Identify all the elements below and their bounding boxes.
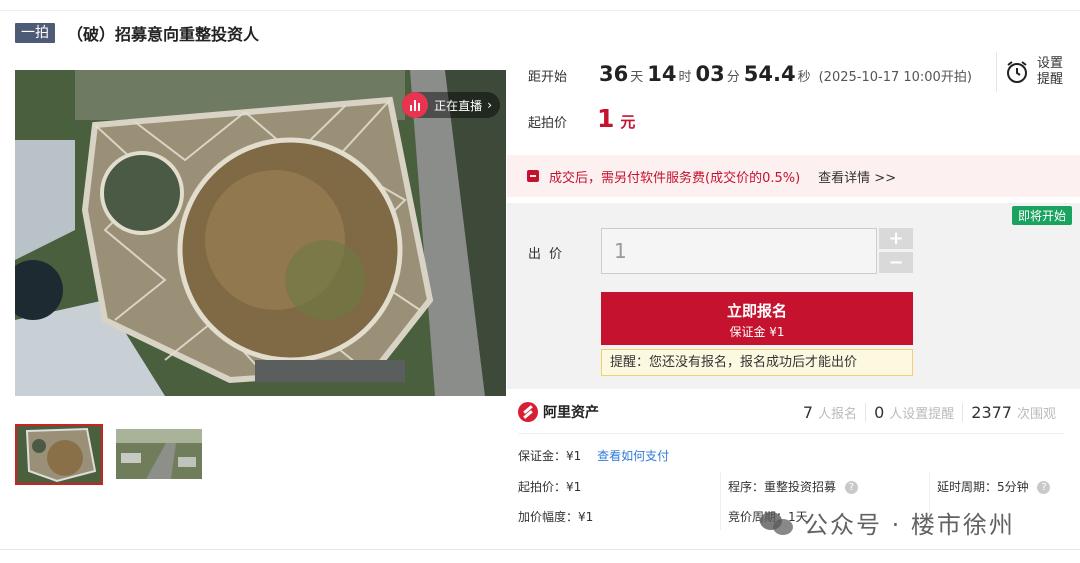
deposit-label: 保证金 ¥1 (729, 325, 785, 339)
gift-icon (527, 170, 539, 182)
how-to-pay-link[interactable]: 查看如何支付 (597, 449, 669, 463)
alarm-clock-icon (1007, 61, 1027, 83)
start-datetime: (2025-10-17 10:00开拍) (818, 70, 972, 85)
wechat-watermark: 公众号 · 楼市徐州 (760, 505, 1015, 540)
countdown-days: 36 (599, 62, 629, 86)
stat-value: 7 (802, 402, 814, 422)
start-price-info: 起拍价：¥1 (518, 480, 582, 494)
service-fee-notice: 成交后，需另付软件服务费(成交价的0.5%) 查看详情 >> (507, 155, 1080, 197)
status-badge: 即将开始 (1011, 206, 1072, 225)
start-price-value: 1 (597, 104, 615, 133)
countdown-minutes: 03 (695, 62, 725, 86)
bid-amount-input[interactable]: 1 (601, 228, 877, 274)
thumbnail-aerial-image (17, 426, 101, 483)
column-divider (720, 472, 721, 530)
register-button[interactable]: 立即报名 保证金 ¥1 (601, 292, 913, 345)
start-price-label: 起拍价 (528, 116, 568, 131)
delay-info: 延时周期：5分钟 ? (937, 478, 1051, 495)
set-reminder-button[interactable]: 设置提醒 (996, 52, 1065, 92)
view-details-link[interactable]: 查看详情 >> (818, 167, 896, 186)
increase-button[interactable]: + (879, 228, 913, 249)
title-row: 一拍 （破）招募意向重整投资人 (15, 22, 259, 44)
register-tip: 提醒：您还没有报名，报名成功后才能出价 (601, 349, 913, 376)
watermark-text: 公众号 · 楼市徐州 (804, 511, 1015, 539)
wechat-icon (760, 509, 794, 537)
start-price: 起拍价 1 元 (528, 104, 635, 133)
aerial-site-image (15, 70, 506, 396)
bid-stepper: + − (879, 228, 913, 276)
page-title: （破）招募意向重整投资人 (67, 25, 260, 44)
stat-registrations: 7 人报名 (795, 403, 865, 422)
days-unit: 天 (630, 70, 644, 85)
stat-label: 人报名 (818, 406, 858, 422)
stat-views: 2377 次围观 (962, 402, 1064, 422)
live-badge[interactable]: 正在直播 › (402, 92, 500, 118)
main-photo[interactable]: 正在直播 › (15, 70, 506, 396)
procedure-text: 程序：重整投资招募 (728, 480, 837, 494)
auction-type-tag: 一拍 (15, 23, 55, 43)
thumbnail-2[interactable] (116, 429, 202, 479)
procedure-info: 程序：重整投资招募 ? (728, 478, 858, 495)
stat-value: 0 (874, 402, 885, 422)
stat-reminders: 0 人设置提醒 (865, 402, 962, 422)
register-label: 立即报名 (726, 302, 787, 320)
countdown-seconds: 54.4 (743, 62, 796, 86)
platform-name: 阿里资产 (543, 405, 599, 421)
chevron-right-icon: › (487, 98, 492, 112)
help-icon[interactable]: ? (1037, 481, 1051, 494)
service-fee-text: 成交后，需另付软件服务费(成交价的0.5%) (549, 170, 801, 186)
minutes-unit: 分 (726, 70, 740, 85)
countdown-label: 距开始 (528, 70, 568, 85)
seconds-unit: 秒 (797, 70, 811, 85)
thumbnail-street-image (116, 429, 202, 479)
decrease-button[interactable]: − (879, 252, 913, 273)
help-icon[interactable]: ? (844, 481, 858, 494)
stat-label: 人设置提醒 (889, 406, 955, 422)
increment-info: 加价幅度：¥1 (518, 510, 594, 524)
set-reminder-label: 设置提醒 (1037, 56, 1064, 87)
bid-panel: 即将开始 出价 1 + − 立即报名 保证金 ¥1 提醒：您还没有报名，报名成功… (507, 203, 1080, 389)
platform-row: 阿里资产 7 人报名 0 人设置提醒 2377 次围观 (518, 398, 1064, 426)
countdown: 距开始 36 天 14 时 03 分 54.4 秒 (2025-10-17 10… (528, 62, 972, 86)
delay-text: 延时周期：5分钟 (937, 480, 1029, 494)
deposit-info: 保证金：¥1 查看如何支付 (518, 447, 669, 464)
divider (518, 433, 1064, 434)
live-icon (402, 92, 429, 118)
bid-label: 出价 (528, 247, 571, 262)
deposit-text: 保证金：¥1 (518, 449, 582, 463)
thumbnail-1[interactable] (15, 424, 103, 485)
stat-label: 次围观 (1016, 406, 1056, 422)
start-price-unit: 元 (620, 113, 636, 131)
live-label: 正在直播 (434, 98, 483, 113)
countdown-hours: 14 (647, 62, 677, 86)
ali-assets-logo (518, 402, 538, 422)
auction-stats: 7 人报名 0 人设置提醒 2377 次围观 (795, 402, 1064, 422)
stat-value: 2377 (971, 402, 1012, 422)
hours-unit: 时 (678, 70, 692, 85)
